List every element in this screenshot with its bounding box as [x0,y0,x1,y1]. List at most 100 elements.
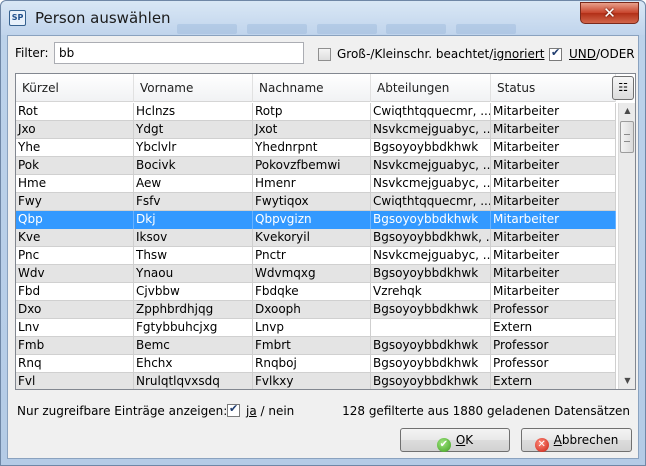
cell-kuerzel: Rnq [16,355,134,373]
cell-kuerzel: Hme [16,175,134,193]
und-oder-label[interactable]: UND/ODER [569,47,635,61]
table-row[interactable]: Fwy Fsfv Fwytiqox Cwiqthtqquecmr, ... Mitarb… [16,193,616,211]
cell-vorname: Iksov [134,229,253,247]
cell-nachname: Kvekoryil [253,229,371,247]
cell-status: Mitarbeiter [491,193,616,211]
ok-check-icon: ✔ [436,438,451,452]
cell-status: Mitarbeiter [491,139,616,157]
cell-status: Extern [491,319,616,337]
cell-vorname: Aew [134,175,253,193]
table-row[interactable]: Dxo Zpphbrdhjqg Dxooph Bgsoyoybbdkhwk Profes… [16,301,616,319]
column-header-status[interactable]: Status [491,74,616,102]
cell-kuerzel: Lnv [16,319,134,337]
table-row[interactable]: Fmb Bemc Fmbrt Bgsoyoybbdkhwk Professor [16,337,616,355]
cell-status: Extern [491,373,616,389]
cell-kuerzel: Fvl [16,373,134,389]
cell-nachname: Hmenr [253,175,371,193]
table-row[interactable]: Yhe Ybclvlr Yhednrpnt Bgsoyoybbdkhwk Mitarbe… [16,139,616,157]
cell-status: Mitarbeiter [491,247,616,265]
table-row[interactable]: Jxo Ydgt Jxot Nsvkcmejguabyc, ... Mitarbeite… [16,121,616,139]
cell-nachname: Yhednrpnt [253,139,371,157]
column-header-abteilungen[interactable]: Abteilungen [371,74,491,102]
table-row[interactable]: Qbp Dkj Qbpvgizn Bgsoyoybbdkhwk Mitarbeiter [16,211,616,229]
ok-button[interactable]: ✔ OK [400,428,510,452]
case-label-ignoriert: ignoriert [493,47,545,61]
cell-status: Mitarbeiter [491,175,616,193]
cell-status: Mitarbeiter [491,229,616,247]
record-count: 128 gefilterte aus 1880 geladenen Datens… [342,404,630,418]
cell-nachname: Fvlkxy [253,373,371,389]
scrollbar-thumb[interactable] [620,121,634,153]
table-row[interactable]: Fvl Nrulqtlqvxsdq Fvlkxy Bgsoyoybbdkhwk Exte… [16,373,616,389]
cell-vorname: Thsw [134,247,253,265]
cell-status: Mitarbeiter [491,103,616,121]
cell-status: Mitarbeiter [491,211,616,229]
title-bar[interactable]: SP Person auswählen ✕ [1,1,645,35]
background-tab [246,24,307,34]
cancel-button[interactable]: ✕ Abbrechen [521,428,632,452]
table-row[interactable]: Wdv Ynaou Wdvmqxg Bgsoyoybbdkhwk Mitarbeiter [16,265,616,283]
ok-label-rest: K [465,433,474,447]
background-tab [386,24,447,34]
und-oder-checkbox[interactable] [549,46,562,61]
cell-kuerzel: Fwy [16,193,134,211]
case-sensitive-checkbox[interactable] [318,48,331,61]
column-header-vorname[interactable]: Vorname [134,74,253,102]
cell-abteilungen: Bgsoyoybbdkhwk [371,355,491,373]
cell-abteilungen: Vzrehqk [371,283,491,301]
cell-nachname: Fmbrt [253,337,371,355]
cancel-x-icon: ✕ [534,438,549,452]
cell-vorname: Fsfv [134,193,253,211]
person-table[interactable]: Kürzel Vorname Nachname Abteilungen Stat… [15,73,636,390]
cell-abteilungen: Nsvkcmejguabyc, ... [371,247,491,265]
cell-vorname: Fgtybbuhcjxg [134,319,253,337]
cell-nachname: Pokovzfbemwi [253,157,371,175]
case-sensitive-label[interactable]: Groß-/Kleinschr. beachtet/ignoriert [337,47,545,61]
cell-kuerzel: Dxo [16,301,134,319]
background-tab [456,24,517,34]
table-row[interactable]: Lnv Fgtybbuhcjxg Lnvp Extern [16,319,616,337]
column-chooser-icon[interactable]: ☷ [612,76,634,100]
cell-abteilungen: Nsvkcmejguabyc, ... [371,121,491,139]
nein-label: / nein [256,404,295,418]
table-row[interactable]: Rnq Ehchx Rnqboj Bgsoyoybbdkhwk Professor [16,355,616,373]
cell-nachname: Dxooph [253,301,371,319]
table-row[interactable]: Hme Aew Hmenr Nsvkcmejguabyc, ... Mitarbeite… [16,175,616,193]
cell-vorname: Zpphbrdhjqg [134,301,253,319]
filter-label: Filter: [15,46,49,60]
cell-kuerzel: Wdv [16,265,134,283]
cell-abteilungen: Bgsoyoybbdkhwk [371,373,491,389]
table-row[interactable]: Rot Hclnzs Rotp Cwiqthtqquecmr, ... Mitarbei… [16,103,616,121]
table-row[interactable]: Pok Bocivk Pokovzfbemwi Nsvkcmejguabyc, ...… [16,157,616,175]
table-row[interactable]: Pnc Thsw Pnctr Nsvkcmejguabyc, ... Mitarbeit… [16,247,616,265]
cell-vorname: Bocivk [134,157,253,175]
cell-vorname: Ybclvlr [134,139,253,157]
oder-label: /ODER [596,47,635,61]
cell-abteilungen: Cwiqthtqquecmr, ... [371,103,491,121]
cell-kuerzel: Pok [16,157,134,175]
cell-kuerzel: Fbd [16,283,134,301]
cell-kuerzel: Qbp [16,211,134,229]
cell-vorname: Ydgt [134,121,253,139]
column-header-kuerzel[interactable]: Kürzel [16,74,134,102]
cell-nachname: Rnqboj [253,355,371,373]
accessible-only-checkbox[interactable] [227,402,240,417]
close-button[interactable]: ✕ [580,2,639,24]
table-row[interactable]: Fbd Cjvbbw Fbdqke Vzrehqk Mitarbeiter [16,283,616,301]
cell-status: Mitarbeiter [491,283,616,301]
scroll-up-icon[interactable]: ▲ [619,103,635,119]
ja-nein-label[interactable]: ja / nein [246,404,294,418]
background-tab [316,24,377,34]
cell-vorname: Cjvbbw [134,283,253,301]
cell-nachname: Rotp [253,103,371,121]
cell-abteilungen: Nsvkcmejguabyc, ... [371,175,491,193]
filter-input[interactable] [54,42,304,64]
cell-abteilungen: Nsvkcmejguabyc, ... [371,157,491,175]
column-header-nachname[interactable]: Nachname [253,74,371,102]
scroll-down-icon[interactable]: ▼ [619,373,635,389]
table-row[interactable]: Kve Iksov Kvekoryil Bgsoyoybbdkhwk, ... Mita… [16,229,616,247]
cell-kuerzel: Pnc [16,247,134,265]
dialog-body: Filter: Groß-/Kleinschr. beachtet/ignori… [7,35,639,459]
background-tabs [177,23,597,35]
vertical-scrollbar[interactable]: ▲ ▼ [618,103,635,389]
